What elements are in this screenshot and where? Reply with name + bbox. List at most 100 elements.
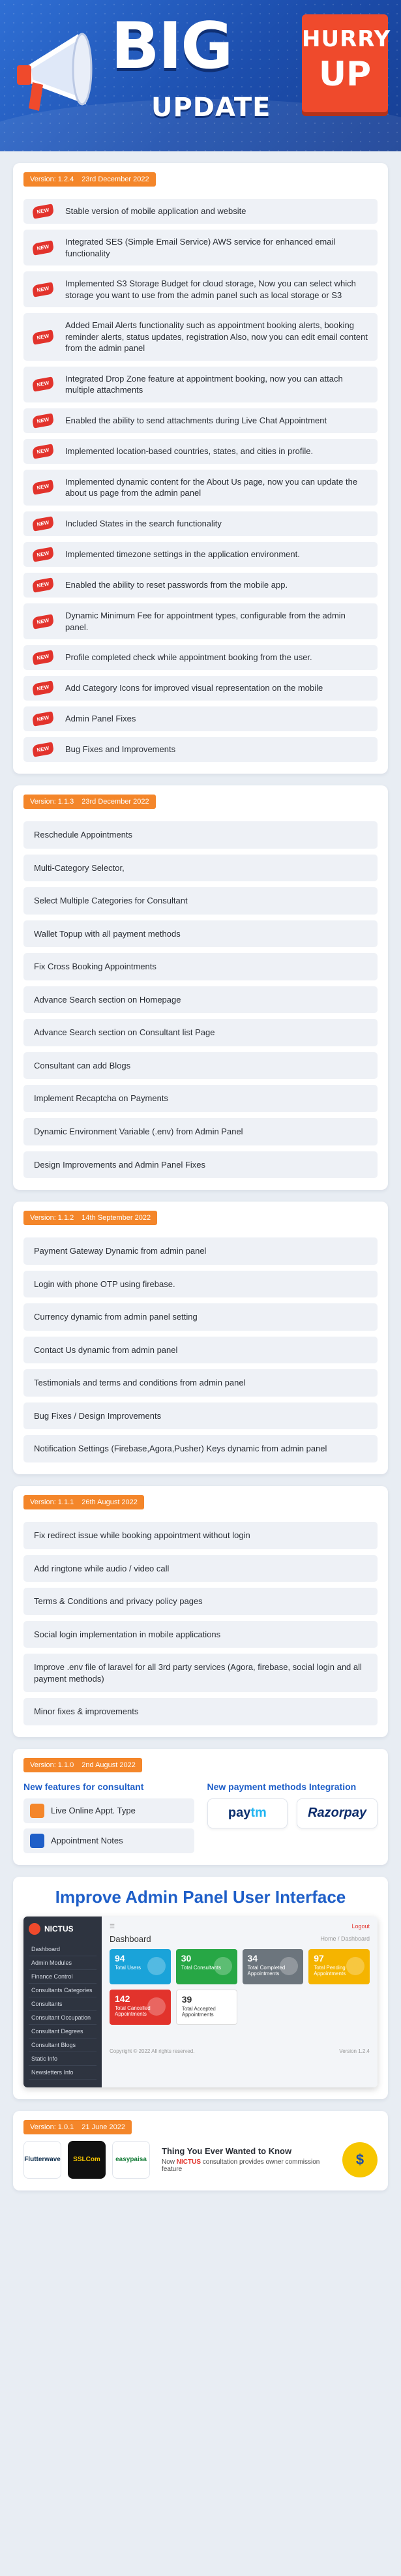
new-badge-icon: NEW: [31, 650, 55, 665]
list-item: Design Improvements and Admin Panel Fixe…: [23, 1151, 378, 1179]
sidebar-item[interactable]: Newsletters Info: [29, 2066, 97, 2080]
version-tag: Version: 1.1.0 2nd August 2022: [23, 1757, 142, 1772]
list-item: Dynamic Environment Variable (.env) from…: [23, 1118, 378, 1145]
stat-card: 39 Total Accepted Appointments: [175, 1989, 237, 2025]
menu-icon[interactable]: ☰: [110, 1923, 115, 1930]
stat-cards: 94 Total Users 30 Total Consultants 34 Total …: [110, 1948, 370, 2025]
stat-card: 30 Total Consultants: [175, 1948, 237, 1984]
list-item-label: Dynamic Minimum Fee for appointment type…: [65, 611, 346, 632]
feature-label: Appointment Notes: [51, 1836, 123, 1846]
version-tag: Version: 1.1.2 14th September 2022: [23, 1211, 158, 1226]
list-item: Multi-Category Selector,: [23, 854, 378, 882]
admin-panel-title: Improve Admin Panel User Interface: [55, 1887, 346, 1907]
new-badge-icon: NEW: [31, 239, 55, 256]
version-label: Version: 1.1.1: [30, 1498, 74, 1506]
list-item: Minor fixes & improvements: [23, 1698, 378, 1725]
sidebar-item[interactable]: Consultants Categories: [29, 1984, 97, 1997]
version-label: Version: 1.1.0: [30, 1761, 74, 1769]
feature-columns: New features for consultant Live Online …: [23, 1779, 378, 1853]
list-item: Reschedule Appointments: [23, 821, 378, 849]
list-item-label: Login with phone OTP using firebase.: [34, 1279, 175, 1289]
dashboard-title: Dashboard: [110, 1933, 151, 1944]
list-item: Testimonials and terms and conditions fr…: [23, 1369, 378, 1397]
big-title: BIG: [111, 9, 233, 83]
version-date: 26th August 2022: [82, 1498, 138, 1506]
stat-icon: [213, 1956, 232, 1975]
stat-icon: [280, 1956, 299, 1975]
sidebar-item[interactable]: Consultant Blogs: [29, 2038, 97, 2052]
dashboard-preview: NICTUS Dashboard Admin Modules Finance Con…: [23, 1916, 378, 2087]
admin-panel-section: Improve Admin Panel User Interface NICTU…: [13, 1876, 388, 2099]
new-badge-icon: NEW: [31, 329, 55, 345]
stat-card: 34 Total Completed Appointments: [242, 1948, 304, 1984]
version-date: 2nd August 2022: [82, 1761, 136, 1769]
list-item-label: Fix redirect issue while booking appoint…: [34, 1530, 250, 1540]
new-badge-icon: NEW: [31, 711, 55, 727]
list-item: Payment Gateway Dynamic from admin panel: [23, 1237, 378, 1265]
list-item-label: Add ringtone while audio / video call: [34, 1563, 170, 1573]
list-item-label: Dynamic Environment Variable (.env) from…: [34, 1127, 243, 1137]
list-item: NEW Implemented location-based countries,…: [23, 438, 378, 464]
list-item-label: Implemented location-based countries, st…: [65, 446, 314, 457]
new-badge-icon: NEW: [31, 742, 55, 757]
list-item-label: Bug Fixes and Improvements: [65, 744, 176, 755]
list-item-label: Social login implementation in mobile ap…: [34, 1629, 221, 1639]
hurry-up-badge: HURRY UP: [302, 14, 391, 112]
payments-title: New payment methods Integration: [207, 1781, 357, 1792]
feature-description: Now NICTUS consultation provides owner c…: [162, 2159, 336, 2173]
version-text: Version 1.2.4: [339, 2048, 370, 2054]
list-item-label: Implemented timezone settings in the app…: [65, 549, 300, 560]
list-item: NEW Included States in the search functio…: [23, 511, 378, 537]
update-title: UPDATE: [151, 93, 271, 123]
hurry-text: HURRY: [302, 26, 391, 52]
feature-label: Live Online Appt. Type: [51, 1806, 136, 1816]
list-item-label: Testimonials and terms and conditions fr…: [34, 1378, 246, 1388]
list-item-label: Profile completed check while appointmen…: [65, 652, 312, 663]
sidebar-nav: Dashboard Admin Modules Finance Control Con…: [29, 1943, 97, 2080]
list-item: NEW Integrated SES (Simple Email Service)…: [23, 230, 378, 266]
list-item-label: Integrated SES (Simple Email Service) AW…: [65, 237, 336, 258]
list-item: NEW Implemented timezone settings in the …: [23, 542, 378, 568]
list-item: NEW Enabled the ability to send attachmen…: [23, 408, 378, 433]
version-date: 23rd December 2022: [82, 798, 149, 806]
list-item: Bug Fixes / Design Improvements: [23, 1402, 378, 1430]
new-badge-icon: NEW: [31, 547, 55, 562]
list-item: Select Multiple Categories for Consultan…: [23, 887, 378, 915]
list-item-label: Minor fixes & improvements: [34, 1706, 139, 1717]
list-item-label: Included States in the search functional…: [65, 519, 222, 529]
list-item: NEW Profile completed check while appoint…: [23, 645, 378, 671]
list-item: NEW Implemented dynamic content for the A…: [23, 469, 378, 506]
logout-link[interactable]: Logout: [351, 1923, 370, 1930]
list-item-label: Wallet Topup with all payment methods: [34, 928, 181, 939]
sidebar-item[interactable]: Consultants: [29, 1997, 97, 2011]
copyright-text: Copyright © 2022 All rights reserved.: [110, 2048, 195, 2054]
dashboard-topbar: ☰ Logout: [110, 1923, 370, 1930]
new-badge-icon: NEW: [31, 376, 55, 393]
notes-icon: [30, 1833, 44, 1848]
list-item-label: Consultant can add Blogs: [34, 1060, 131, 1070]
list-item-label: Implemented dynamic content for the Abou…: [65, 476, 358, 498]
list-item: NEW Add Category Icons for improved visua…: [23, 676, 378, 701]
sidebar-item[interactable]: Consultant Occupation: [29, 2011, 97, 2025]
breadcrumb: Home / Dashboard: [320, 1935, 370, 1943]
sidebar-item[interactable]: Admin Modules: [29, 1956, 97, 1970]
version-101-content: Flutterwave SSLCom easypaisa Thing You E…: [23, 2140, 378, 2179]
list-item-label: Select Multiple Categories for Consultan…: [34, 896, 188, 906]
stat-icon: [147, 1956, 166, 1975]
sidebar-item[interactable]: Consultant Degrees: [29, 2025, 97, 2038]
flutterwave-logo: Flutterwave: [23, 2140, 61, 2179]
version-label: Version: 1.1.3: [30, 798, 74, 806]
list-item: NEW Added Email Alerts functionality such…: [23, 313, 378, 361]
razorpay-logo: Razorpay: [297, 1798, 378, 1828]
features-title: New features for consultant: [23, 1781, 144, 1792]
list-item-label: Reschedule Appointments: [34, 830, 133, 840]
changelog-list: Fix redirect issue while booking appoint…: [23, 1521, 378, 1725]
list-item-label: Bug Fixes / Design Improvements: [34, 1410, 162, 1421]
sidebar-item[interactable]: Finance Control: [29, 1970, 97, 1984]
sidebar-item[interactable]: Dashboard: [29, 1943, 97, 1956]
list-item-label: Implement Recaptcha on Payments: [34, 1093, 168, 1104]
sidebar-item[interactable]: Static Info: [29, 2052, 97, 2066]
version-date: 23rd December 2022: [82, 175, 149, 183]
version-date: 21 June 2022: [82, 2123, 125, 2131]
list-item-label: Advance Search section on Homepage: [34, 994, 181, 1005]
